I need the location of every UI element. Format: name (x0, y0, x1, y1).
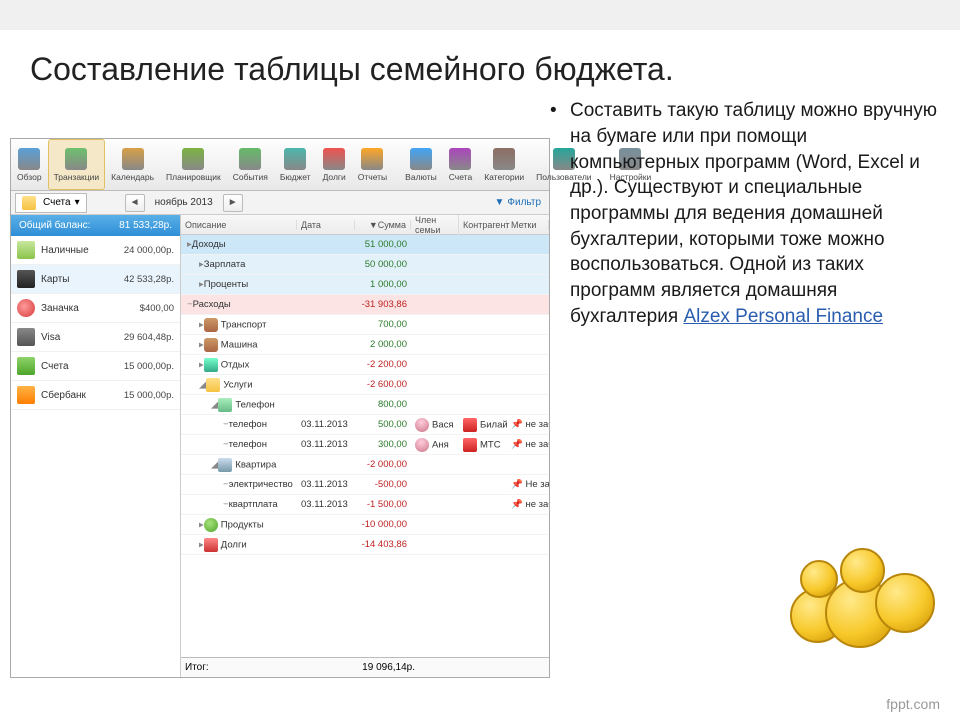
subbar: Счета ▾ ◄ ноябрь 2013 ► ▼ Фильтр (11, 191, 549, 215)
transaction-row[interactable]: ▸Машина2 000,00 (181, 335, 549, 355)
member-icon (415, 418, 429, 432)
account-icon (17, 328, 35, 346)
category-icon (204, 518, 218, 532)
transaction-row[interactable]: −телефон03.11.2013300,00АняМТС📌 не забыт… (181, 435, 549, 455)
toolbar-icon (18, 148, 40, 170)
sidebar: Общий баланс: 81 533,28р. Наличные24 000… (11, 215, 181, 677)
category-icon (204, 318, 218, 332)
transaction-row[interactable]: ▸Долги-14 403,86 (181, 535, 549, 555)
coins-graphic (780, 538, 940, 648)
account-row[interactable]: Сбербанк15 000,00р. (11, 381, 180, 410)
transaction-row[interactable]: ▸Проценты1 000,00 (181, 275, 549, 295)
toolbar-icon (493, 148, 515, 170)
expander-icon[interactable]: ◢ (199, 379, 206, 390)
account-icon (17, 241, 35, 259)
col-description[interactable]: Описание (181, 220, 297, 230)
toolbar-планировщик[interactable]: Планировщик (160, 139, 227, 190)
account-row[interactable]: Карты42 533,28р. (11, 265, 180, 294)
col-member[interactable]: Член семьи (411, 215, 459, 235)
period-label[interactable]: ноябрь 2013 (149, 197, 219, 208)
toolbar-обзор[interactable]: Обзор (11, 139, 48, 190)
transaction-row[interactable]: ◢Телефон800,00 (181, 395, 549, 415)
toolbar-icon (284, 148, 306, 170)
pin-icon: 📌 (511, 499, 523, 510)
account-icon (17, 357, 35, 375)
agent-icon (463, 418, 477, 432)
folder-icon (22, 196, 36, 210)
agent-icon (463, 438, 477, 452)
toolbar-транзакции[interactable]: Транзакции (48, 139, 106, 190)
category-icon (204, 358, 218, 372)
toolbar-бюджет[interactable]: Бюджет (274, 139, 317, 190)
transaction-row[interactable]: −квартплата03.11.2013-1 500,00📌 не забыт… (181, 495, 549, 515)
account-icon (17, 299, 35, 317)
filter-button[interactable]: ▼ Фильтр (491, 197, 546, 208)
transaction-row[interactable]: ▸Зарплата50 000,00 (181, 255, 549, 275)
transaction-row[interactable]: ▸Продукты-10 000,00 (181, 515, 549, 535)
slide-text: • Составить такую таблицу можно вручную … (550, 98, 950, 678)
alzex-link[interactable]: Alzex Personal Finance (683, 306, 883, 327)
toolbar-icon (239, 148, 261, 170)
toolbar-icon (361, 148, 383, 170)
category-icon (204, 538, 218, 552)
category-icon (206, 378, 220, 392)
transactions-grid: Описание Дата ▼Сумма Член семьи Контраге… (181, 215, 549, 677)
toolbar-долги[interactable]: Долги (317, 139, 352, 190)
toolbar-счета[interactable]: Счета (443, 139, 478, 190)
transaction-row[interactable]: ▸Транспорт700,00 (181, 315, 549, 335)
expander-icon[interactable]: ◢ (211, 399, 218, 410)
transaction-row[interactable]: ▸Отдых-2 200,00 (181, 355, 549, 375)
toolbar-события[interactable]: События (227, 139, 274, 190)
chevron-down-icon: ▾ (75, 197, 80, 208)
watermark: fppt.com (886, 696, 940, 712)
sidebar-balance-header: Общий баланс: 81 533,28р. (11, 215, 180, 236)
transaction-row[interactable]: ▸Доходы51 000,00 (181, 235, 549, 255)
account-icon (17, 386, 35, 404)
toolbar-icon (410, 148, 432, 170)
transaction-row[interactable]: −электричество03.11.2013-500,00📌 Не забы… (181, 475, 549, 495)
transaction-row[interactable]: −Расходы-31 903,86 (181, 295, 549, 315)
prev-period-button[interactable]: ◄ (125, 194, 145, 212)
account-icon (17, 270, 35, 288)
category-icon (204, 338, 218, 352)
grid-header: Описание Дата ▼Сумма Член семьи Контраге… (181, 215, 549, 235)
member-icon (415, 438, 429, 452)
total-row: Итог: 19 096,14р. (181, 657, 549, 677)
category-icon (218, 458, 232, 472)
toolbar-icon (182, 148, 204, 170)
toolbar-отчеты[interactable]: Отчеты (352, 139, 393, 190)
toolbar-категории[interactable]: Категории (478, 139, 530, 190)
col-agent[interactable]: Контрагент (459, 220, 507, 230)
pin-icon: 📌 (511, 439, 523, 450)
toolbar-icon (323, 148, 345, 170)
toolbar: ОбзорТранзакцииКалендарьПланировщикСобыт… (11, 139, 549, 191)
account-row[interactable]: Наличные24 000,00р. (11, 236, 180, 265)
transaction-row[interactable]: −телефон03.11.2013500,00ВасяБилайн📌 не з… (181, 415, 549, 435)
account-row[interactable]: Заначка$400,00 (11, 294, 180, 323)
toolbar-icon (122, 148, 144, 170)
slide-title: Составление таблицы семейного бюджета. (0, 30, 960, 88)
accounts-dropdown[interactable]: Счета ▾ (15, 193, 87, 213)
col-date[interactable]: Дата (297, 220, 355, 230)
next-period-button[interactable]: ► (223, 194, 243, 212)
col-sum[interactable]: ▼Сумма (355, 220, 411, 230)
account-row[interactable]: Visa29 604,48р. (11, 323, 180, 352)
toolbar-валюты[interactable]: Валюты (399, 139, 443, 190)
category-icon (218, 398, 232, 412)
transaction-row[interactable]: ◢Услуги-2 600,00 (181, 375, 549, 395)
pin-icon: 📌 (511, 479, 523, 490)
pin-icon: 📌 (511, 419, 523, 430)
transaction-row[interactable]: ◢Квартира-2 000,00 (181, 455, 549, 475)
toolbar-календарь[interactable]: Календарь (105, 139, 160, 190)
toolbar-icon (65, 148, 87, 170)
expander-icon[interactable]: ◢ (211, 459, 218, 470)
col-tags[interactable]: Метки (507, 220, 549, 230)
funnel-icon: ▼ (495, 197, 505, 208)
app-window: ОбзорТранзакцииКалендарьПланировщикСобыт… (10, 138, 550, 678)
account-row[interactable]: Счета15 000,00р. (11, 352, 180, 381)
bullet-icon: • (550, 98, 557, 124)
toolbar-icon (449, 148, 471, 170)
